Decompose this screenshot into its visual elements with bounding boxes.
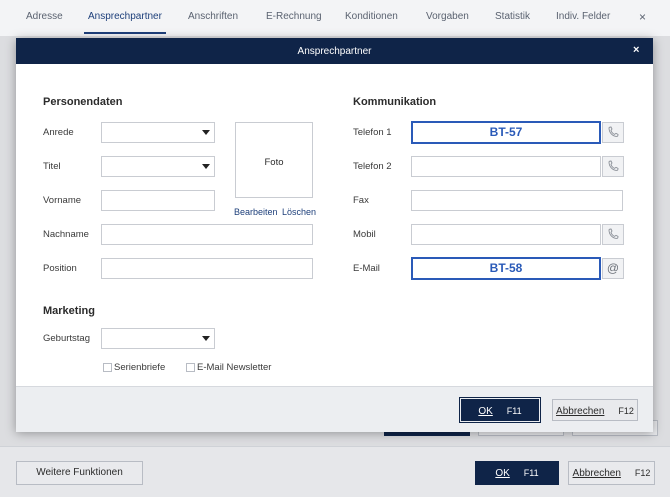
tab-ansprechpartner[interactable]: Ansprechpartner (88, 11, 162, 22)
background-ok-button[interactable]: OK F11 (475, 461, 559, 485)
position-label: Position (43, 263, 77, 274)
dialog-title: Ansprechpartner (297, 46, 372, 57)
close-icon[interactable]: × (633, 44, 639, 56)
active-tab-indicator (84, 32, 166, 34)
kommunikation-heading: Kommunikation (353, 96, 437, 108)
mobil-label: Mobil (353, 229, 376, 240)
titel-select[interactable] (101, 156, 215, 177)
telefon2-label: Telefon 2 (353, 161, 392, 172)
tab-e-rechnung[interactable]: E-Rechnung (266, 11, 322, 22)
chevron-down-icon (202, 336, 210, 341)
fax-field[interactable] (411, 190, 623, 211)
chevron-down-icon (202, 130, 210, 135)
weitere-funktionen-button[interactable]: Weitere Funktionen (16, 461, 143, 485)
geburtstag-select[interactable] (101, 328, 215, 349)
tab-adresse[interactable]: Adresse (26, 11, 63, 22)
dialog-header: Ansprechpartner × (16, 38, 653, 64)
titel-label: Titel (43, 161, 61, 172)
close-icon[interactable]: × (639, 10, 646, 24)
photo-box[interactable]: Foto (235, 122, 313, 198)
photo-delete-link[interactable]: Löschen (282, 207, 316, 217)
tab-indiv-felder[interactable]: Indiv. Felder (556, 11, 610, 22)
phone-icon[interactable] (602, 224, 624, 245)
personendaten-heading: Personendaten (43, 96, 123, 108)
anrede-label: Anrede (43, 127, 74, 138)
telefon2-field[interactable] (411, 156, 601, 177)
ok-key-hint: F11 (506, 406, 522, 416)
serienbriefe-checkbox[interactable] (103, 363, 112, 372)
marketing-heading: Marketing (43, 305, 95, 317)
background-footer: Weitere Funktionen OK F11 Abbrechen F12 (0, 446, 670, 497)
tab-anschriften[interactable]: Anschriften (188, 11, 238, 22)
position-field[interactable] (101, 258, 313, 279)
ok-label: OK (495, 468, 510, 479)
cancel-label: Abbrechen (556, 406, 605, 417)
cancel-key-hint: F12 (634, 468, 651, 478)
phone-icon[interactable] (602, 156, 624, 177)
ok-button[interactable]: OK F11 (459, 397, 541, 423)
mobil-field[interactable] (411, 224, 601, 245)
ok-label: OK (478, 406, 493, 417)
ansprechpartner-dialog: Ansprechpartner × Personendaten Anrede T… (16, 38, 653, 432)
cancel-label: Abbrechen (572, 468, 621, 479)
phone-icon[interactable] (602, 122, 624, 143)
tab-statistik[interactable]: Statistik (495, 11, 530, 22)
email-field[interactable]: BT-58 (411, 257, 601, 280)
tab-konditionen[interactable]: Konditionen (345, 11, 398, 22)
ok-key-hint: F11 (523, 468, 539, 478)
tab-bar: Adresse Ansprechpartner Anschriften E-Re… (0, 0, 670, 37)
background-cancel-button[interactable]: Abbrechen F12 (568, 461, 655, 485)
vorname-field[interactable] (101, 190, 215, 211)
weitere-funktionen-label: Weitere Funktionen (36, 467, 123, 478)
email-label: E-Mail (353, 263, 380, 274)
geburtstag-label: Geburtstag (43, 333, 90, 344)
tab-vorgaben[interactable]: Vorgaben (426, 11, 469, 22)
anrede-select[interactable] (101, 122, 215, 143)
nachname-field[interactable] (101, 224, 313, 245)
cancel-button[interactable]: Abbrechen F12 (552, 399, 638, 421)
telefon1-field[interactable]: BT-57 (411, 121, 601, 144)
cancel-key-hint: F12 (618, 406, 634, 416)
vorname-label: Vorname (43, 195, 82, 206)
serienbriefe-label: Serienbriefe (114, 362, 166, 373)
newsletter-label: E-Mail Newsletter (197, 362, 272, 373)
newsletter-checkbox[interactable] (186, 363, 195, 372)
fax-label: Fax (353, 195, 369, 206)
chevron-down-icon (202, 164, 210, 169)
dialog-footer: OK F11 Abbrechen F12 (16, 386, 653, 432)
telefon1-label: Telefon 1 (353, 127, 392, 138)
photo-label: Foto (264, 157, 284, 168)
nachname-label: Nachname (43, 229, 89, 240)
photo-edit-link[interactable]: Bearbeiten (234, 207, 278, 217)
at-sign-icon[interactable]: @ (602, 258, 624, 279)
